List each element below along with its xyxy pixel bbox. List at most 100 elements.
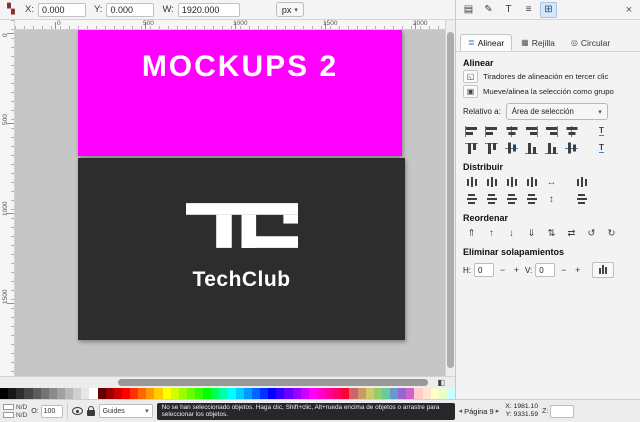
palette-swatch[interactable] (268, 388, 277, 399)
zoom-input[interactable] (550, 404, 575, 418)
palette-swatch[interactable] (203, 388, 212, 399)
palette-swatch[interactable] (73, 388, 82, 399)
palette-swatch[interactable] (446, 388, 455, 399)
distribute-left-edges-icon[interactable] (462, 174, 481, 190)
layer-visibility-icon[interactable] (71, 407, 83, 415)
palette-swatch[interactable] (406, 388, 415, 399)
align-center-vertical-axis-icon[interactable] (502, 123, 521, 139)
fill-swatch[interactable] (3, 404, 14, 410)
color-management-icon[interactable]: ◧ (437, 378, 445, 387)
distribute-bottom-edges-icon[interactable] (502, 191, 521, 207)
h-gap-input[interactable]: 0 (474, 263, 494, 277)
distribute-centers-h-icon[interactable] (482, 174, 501, 190)
horizontal-scrollbar[interactable]: ◧ (0, 376, 455, 388)
align-left-to-anchor-right-icon[interactable] (542, 123, 561, 139)
h-gap-plus-button[interactable]: + (511, 263, 522, 277)
palette-swatch[interactable] (219, 388, 228, 399)
align-dialog-icon[interactable]: ⊞ (540, 1, 557, 18)
distribute-equal-gaps-h-icon[interactable] (522, 174, 541, 190)
palette-swatch[interactable] (325, 388, 334, 399)
mockup-title-text[interactable]: MOCKUPS 2 (78, 50, 402, 84)
align-right-edges-icon[interactable] (522, 123, 541, 139)
horizontal-ruler[interactable]: 0 500 1000 1500 2000 (15, 20, 445, 30)
fill-stroke-icon[interactable]: ✎ (480, 2, 497, 18)
palette-swatch[interactable] (381, 388, 390, 399)
palette-swatch[interactable] (65, 388, 74, 399)
palette-swatch[interactable] (341, 388, 350, 399)
palette-swatch[interactable] (235, 388, 244, 399)
opacity-input[interactable]: 100 (40, 404, 63, 418)
align-top-edges-icon[interactable] (482, 140, 501, 156)
selector-options-icon[interactable]: ▚ (5, 4, 17, 16)
lower-to-bottom-icon[interactable]: ⇓ (522, 225, 541, 241)
palette-swatch[interactable] (251, 388, 260, 399)
align-bottom-edges-icon[interactable] (522, 140, 541, 156)
palette-swatch[interactable] (300, 388, 309, 399)
techclub-logo[interactable] (185, 203, 298, 248)
palette-swatch[interactable] (89, 388, 98, 399)
exchange-positions-icon[interactable]: ⇄ (562, 225, 581, 241)
v-gap-plus-button[interactable]: + (572, 263, 583, 277)
palette-swatch[interactable] (178, 388, 187, 399)
palette-swatch[interactable] (365, 388, 374, 399)
palette-swatch[interactable] (40, 388, 49, 399)
align-text-horizontal-icon[interactable]: T (592, 123, 611, 139)
palette-swatch[interactable] (333, 388, 342, 399)
relative-to-dropdown[interactable]: Área de selección ▾ (505, 103, 608, 120)
align-handles-toggle[interactable]: ◱ (463, 70, 478, 83)
palette-swatch[interactable] (130, 388, 139, 399)
text-dialog-icon[interactable]: T (500, 2, 517, 18)
remove-gaps-h-icon[interactable]: ↔ (542, 174, 561, 190)
v-gap-input[interactable]: 0 (535, 263, 556, 277)
align-left-edges-icon[interactable] (482, 123, 501, 139)
palette-swatch[interactable] (438, 388, 447, 399)
stack-order-icon[interactable]: ⇅ (542, 225, 561, 241)
palette-swatch[interactable] (138, 388, 147, 399)
brand-text[interactable]: TechClub (78, 268, 405, 292)
palette-swatch[interactable] (414, 388, 423, 399)
align-center-horizontal-axis-icon[interactable] (502, 140, 521, 156)
horizontal-scrollbar-thumb[interactable] (118, 379, 428, 386)
raise-to-top-icon[interactable]: ⇑ (462, 225, 481, 241)
prev-page-icon[interactable]: ◂ (459, 407, 463, 415)
document-properties-icon[interactable]: ▤ (460, 2, 477, 18)
palette-swatch[interactable] (357, 388, 366, 399)
y-input[interactable]: 0.000 (106, 2, 155, 17)
palette-swatch[interactable] (260, 388, 269, 399)
distribute-top-edges-icon[interactable] (462, 191, 481, 207)
next-page-icon[interactable]: ▸ (496, 407, 500, 415)
palette-swatch[interactable] (162, 388, 171, 399)
distribute-centers-v-icon[interactable] (482, 191, 501, 207)
palette-swatch[interactable] (154, 388, 163, 399)
close-icon[interactable]: × (622, 3, 636, 17)
palette-swatch[interactable] (170, 388, 179, 399)
unclump-h-icon[interactable] (572, 174, 591, 190)
layer-selector[interactable]: Guides ▾ (98, 404, 153, 418)
align-top-to-anchor-bottom-icon[interactable] (542, 140, 561, 156)
vertical-ruler[interactable]: 0 500 1000 1500 (0, 20, 15, 376)
stroke-swatch[interactable] (3, 412, 14, 418)
align-text-vertical-icon[interactable]: T (592, 140, 611, 156)
align-right-to-anchor-left-icon[interactable] (462, 123, 481, 139)
palette-swatch[interactable] (373, 388, 382, 399)
palette-swatch[interactable] (316, 388, 325, 399)
palette-swatch[interactable] (97, 388, 106, 399)
palette-swatch[interactable] (398, 388, 407, 399)
palette-swatch[interactable] (146, 388, 155, 399)
unclump-v-icon[interactable] (572, 191, 591, 207)
unit-dropdown[interactable]: px ▾ (275, 2, 304, 17)
palette-swatch[interactable] (32, 388, 41, 399)
color-palette[interactable] (0, 388, 455, 399)
layers-icon[interactable]: ≡ (520, 2, 537, 18)
palette-swatch[interactable] (195, 388, 204, 399)
palette-swatch[interactable] (430, 388, 439, 399)
vertical-scrollbar-thumb[interactable] (447, 32, 454, 368)
canvas[interactable]: MOCKUPS 2 TechClub (15, 30, 445, 376)
palette-swatch[interactable] (390, 388, 399, 399)
align-bottom-to-anchor-top-icon[interactable] (462, 140, 481, 156)
palette-swatch[interactable] (16, 388, 25, 399)
remove-overlaps-button[interactable] (592, 262, 615, 278)
restack-cw-icon[interactable]: ↻ (602, 225, 621, 241)
remove-gaps-v-icon[interactable]: ↕ (542, 191, 561, 207)
restack-ccw-icon[interactable]: ↺ (582, 225, 601, 241)
